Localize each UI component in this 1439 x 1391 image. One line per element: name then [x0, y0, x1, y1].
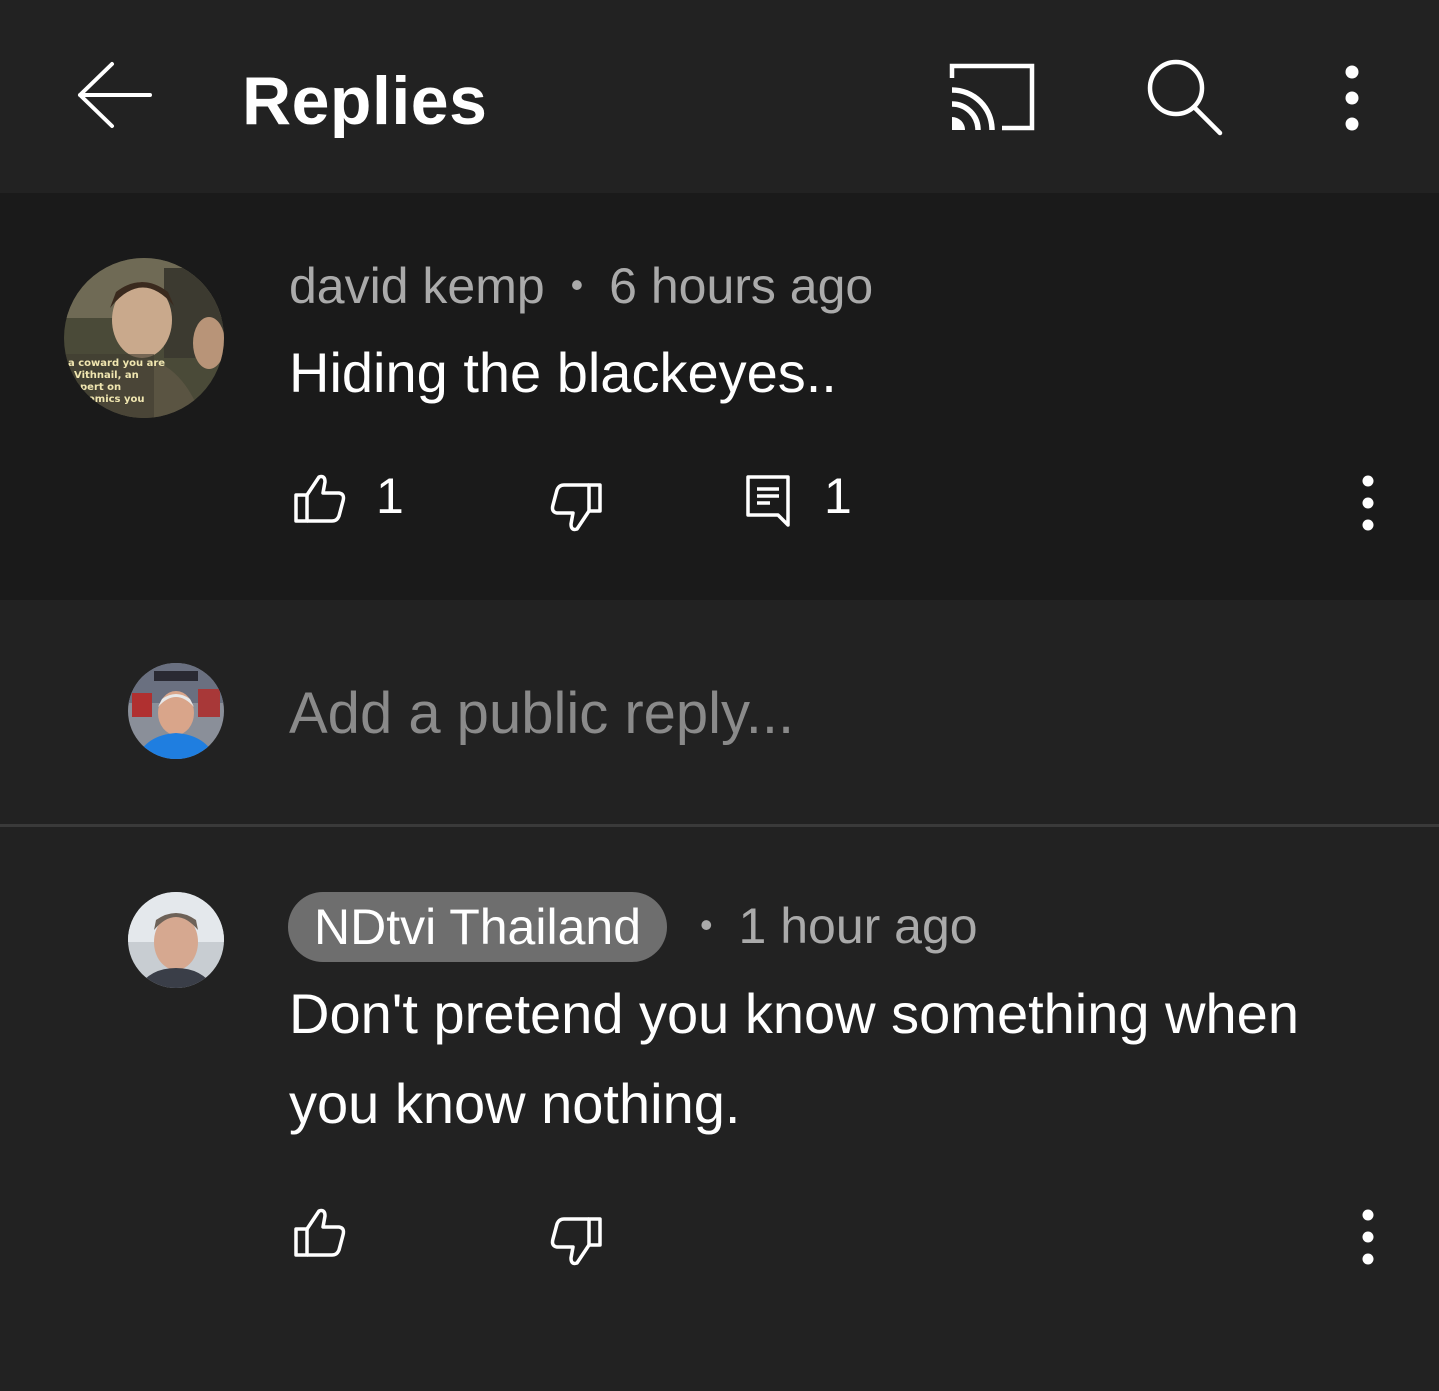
- parent-comment: a coward you are Vithnail, an pert on em…: [0, 193, 1439, 600]
- app-bar: Replies: [0, 0, 1439, 193]
- comment-meta: • 1 hour ago: [700, 897, 978, 955]
- separator-dot: •: [570, 264, 584, 305]
- more-vert-icon[interactable]: [1330, 60, 1374, 136]
- avatar[interactable]: a coward you are Vithnail, an pert on em…: [64, 258, 224, 418]
- reply-comment: NDtvi Thailand • 1 hour ago Don't preten…: [0, 827, 1439, 1391]
- thumb-down-icon: [550, 1217, 602, 1266]
- back-arrow-icon[interactable]: [72, 58, 154, 132]
- like-button[interactable]: [292, 1205, 348, 1261]
- more-vert-icon: [1362, 1209, 1374, 1265]
- like-count: 1: [376, 468, 404, 524]
- thumb-down-icon: [550, 483, 602, 532]
- comment-text: Hiding the blackeyes..: [289, 341, 837, 404]
- cast-icon[interactable]: [946, 60, 1038, 136]
- avatar: [128, 663, 224, 759]
- dislike-button[interactable]: [548, 1213, 604, 1269]
- like-button[interactable]: [292, 471, 348, 527]
- thumb-up-icon: [294, 1208, 346, 1257]
- svg-text:a coward you are: a coward you are: [68, 358, 165, 369]
- svg-text:emics you: emics you: [88, 394, 145, 405]
- separator-dot: •: [700, 904, 713, 945]
- author-name[interactable]: david kemp: [289, 258, 545, 314]
- author-name[interactable]: NDtvi Thailand: [288, 892, 668, 962]
- search-icon[interactable]: [1142, 56, 1226, 140]
- thumb-up-icon: [294, 474, 346, 523]
- comment-more-button[interactable]: [1352, 1207, 1384, 1267]
- timestamp[interactable]: 1 hour ago: [739, 898, 978, 954]
- reply-input[interactable]: Add a public reply...: [289, 680, 794, 747]
- comment-actions: 1 1: [0, 463, 1439, 543]
- comment-more-button[interactable]: [1352, 473, 1384, 533]
- dislike-button[interactable]: [548, 479, 604, 535]
- reply-count: 1: [824, 468, 852, 524]
- replies-button[interactable]: [744, 473, 794, 529]
- comment-text: Don't pretend you know something when yo…: [289, 982, 1299, 1135]
- timestamp[interactable]: 6 hours ago: [609, 258, 873, 314]
- svg-text:pert on: pert on: [80, 382, 121, 393]
- avatar[interactable]: [128, 892, 224, 988]
- svg-text:Vithnail, an: Vithnail, an: [74, 370, 139, 381]
- reply-composer: Add a public reply...: [0, 600, 1439, 824]
- comment-icon: [746, 475, 790, 527]
- comment-actions: [0, 1197, 1439, 1277]
- page-title: Replies: [242, 63, 488, 139]
- more-vert-icon: [1362, 475, 1374, 531]
- comment-meta: david kemp • 6 hours ago: [289, 257, 873, 315]
